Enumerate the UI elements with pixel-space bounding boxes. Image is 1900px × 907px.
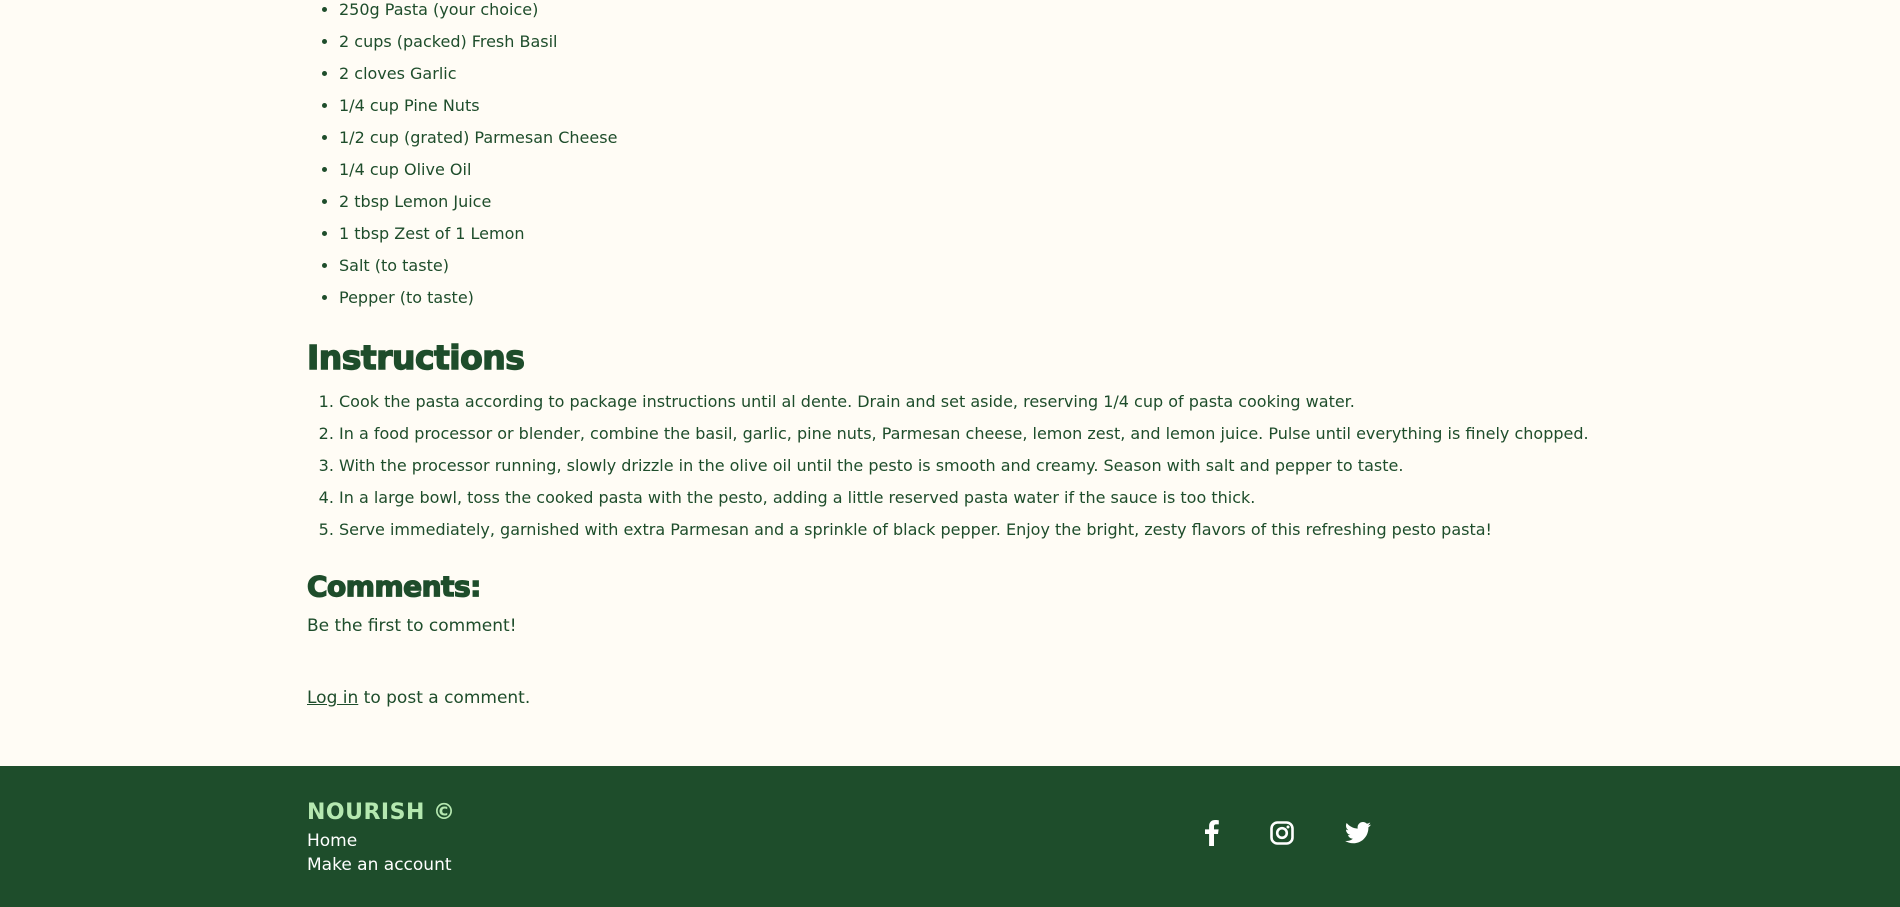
instruction-step: Serve immediately, garnished with extra … bbox=[339, 514, 1639, 546]
footer-brand: NOURISH © bbox=[307, 800, 456, 825]
instructions-list: Cook the pasta according to package inst… bbox=[307, 386, 1639, 546]
ingredient-item: 2 tbsp Lemon Juice bbox=[339, 186, 617, 218]
ingredients-list: 250g Pasta (your choice) 2 cups (packed)… bbox=[307, 0, 617, 314]
ingredient-item: 1/4 cup Pine Nuts bbox=[339, 90, 617, 122]
instructions-heading: Instructions bbox=[306, 337, 525, 377]
ingredient-item: 250g Pasta (your choice) bbox=[339, 0, 617, 26]
instruction-step: With the processor running, slowly drizz… bbox=[339, 450, 1639, 482]
ingredient-item: 2 cloves Garlic bbox=[339, 58, 617, 90]
no-comments-text: Be the first to comment! bbox=[307, 616, 517, 636]
facebook-icon[interactable] bbox=[1196, 819, 1228, 847]
twitter-icon[interactable] bbox=[1342, 819, 1374, 847]
ingredient-item: 1/4 cup Olive Oil bbox=[339, 154, 617, 186]
instagram-icon[interactable] bbox=[1266, 819, 1298, 847]
footer-make-account-link[interactable]: Make an account bbox=[307, 853, 452, 877]
instruction-step: In a food processor or blender, combine … bbox=[339, 418, 1639, 450]
ingredient-item: 1/2 cup (grated) Parmesan Cheese bbox=[339, 122, 617, 154]
instruction-step: In a large bowl, toss the cooked pasta w… bbox=[339, 482, 1639, 514]
ingredients-section: 250g Pasta (your choice) 2 cups (packed)… bbox=[307, 0, 617, 314]
login-suffix-text: to post a comment. bbox=[358, 688, 531, 708]
site-footer: NOURISH © Home Make an account bbox=[0, 766, 1900, 907]
comments-heading: Comments: bbox=[306, 569, 482, 603]
instruction-step: Cook the pasta according to package inst… bbox=[339, 386, 1639, 418]
ingredient-item: 2 cups (packed) Fresh Basil bbox=[339, 26, 617, 58]
footer-home-link[interactable]: Home bbox=[307, 829, 357, 853]
ingredient-item: Pepper (to taste) bbox=[339, 282, 617, 314]
ingredient-item: Salt (to taste) bbox=[339, 250, 617, 282]
login-prompt: Log in to post a comment. bbox=[307, 686, 530, 710]
ingredient-item: 1 tbsp Zest of 1 Lemon bbox=[339, 218, 617, 250]
login-link[interactable]: Log in bbox=[307, 688, 358, 708]
